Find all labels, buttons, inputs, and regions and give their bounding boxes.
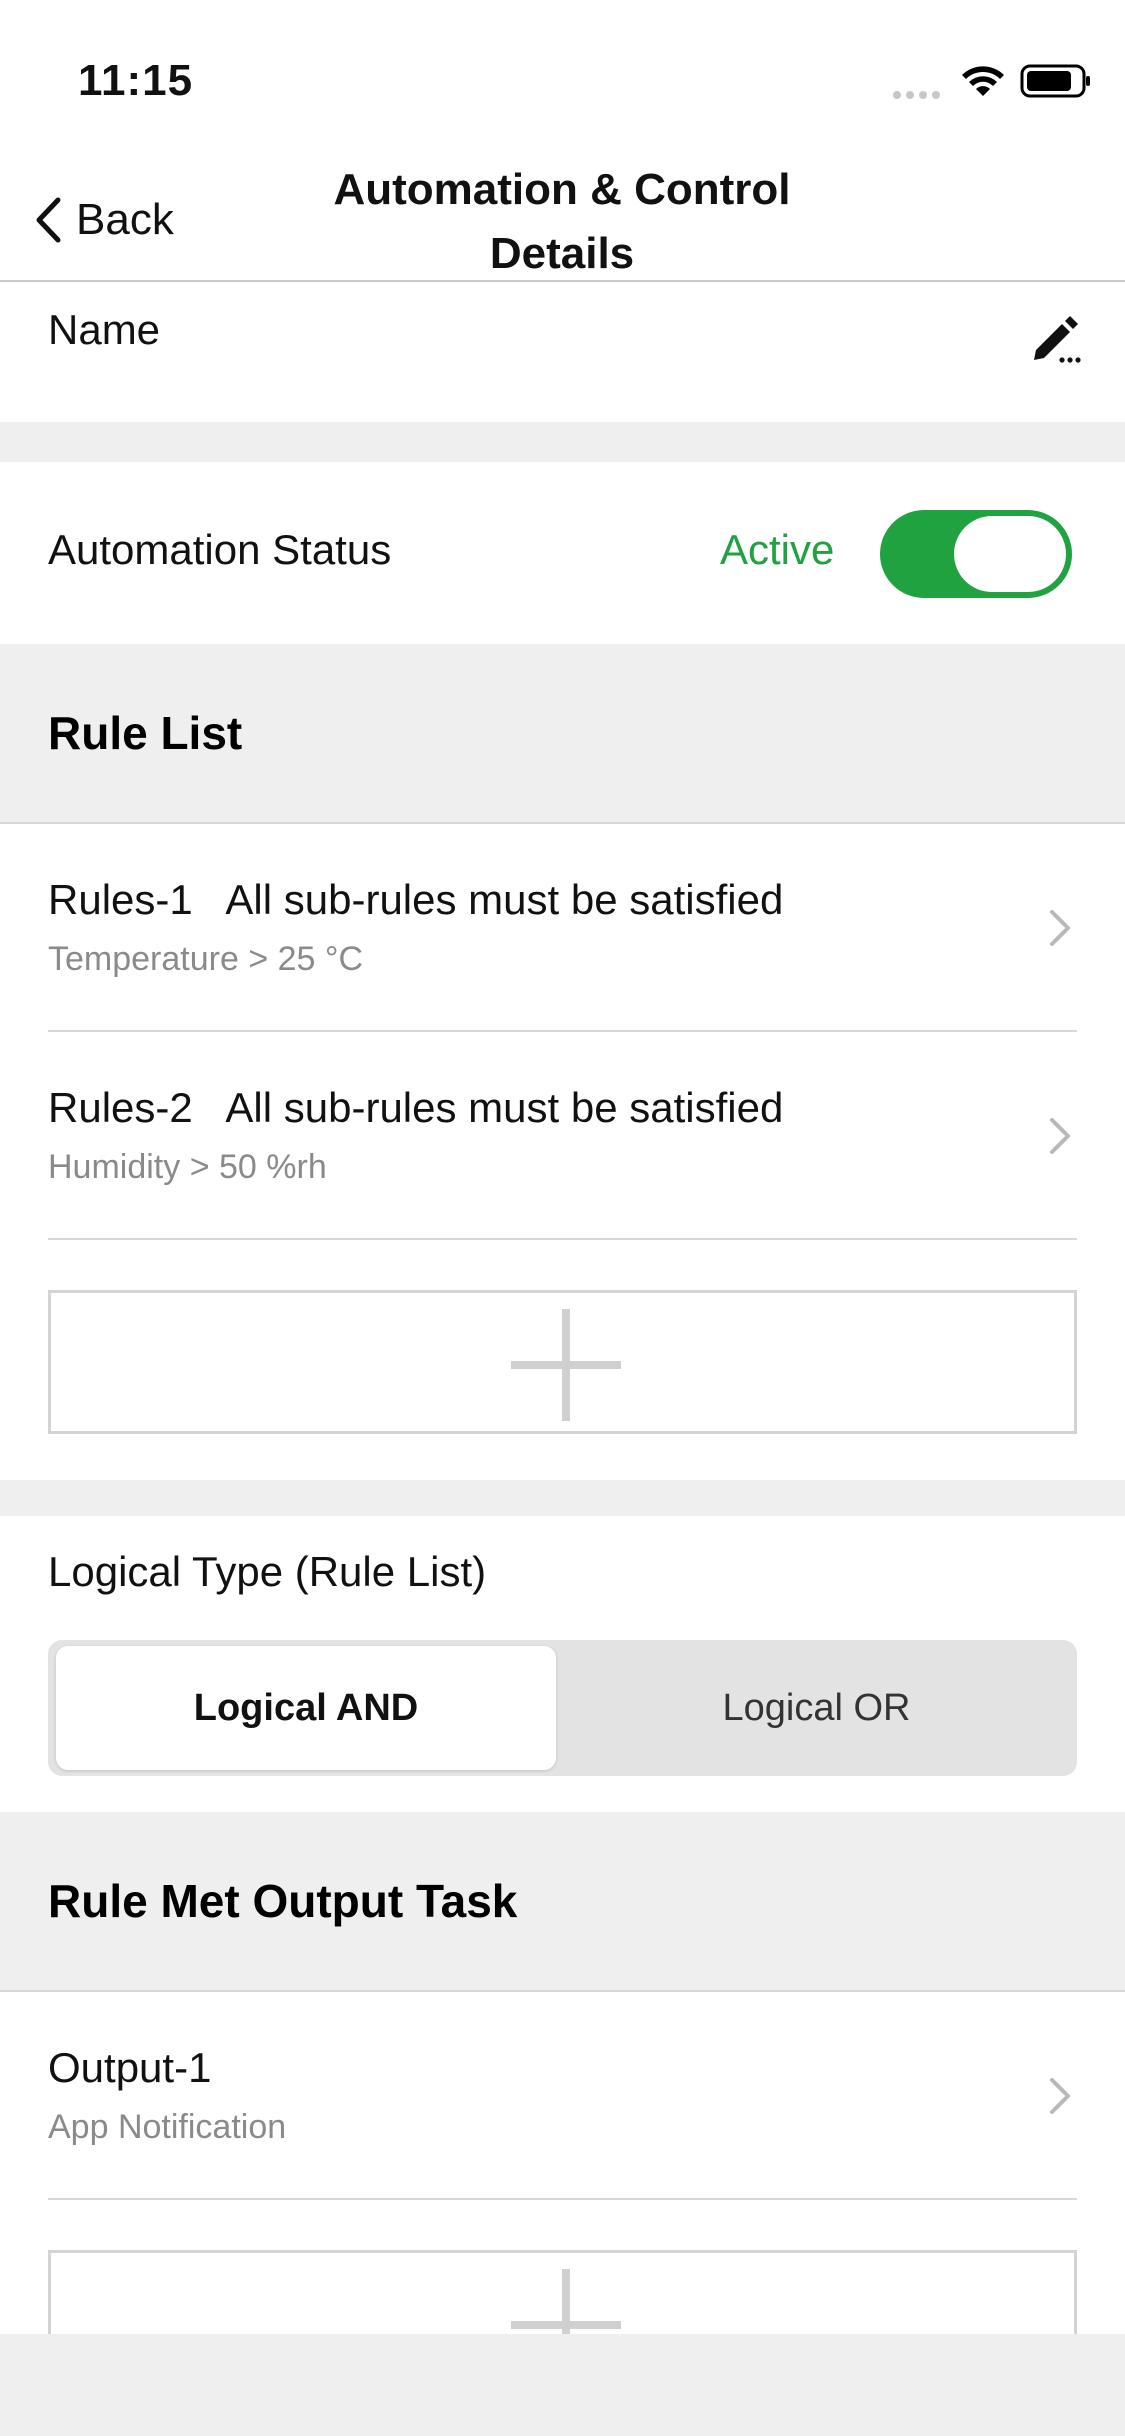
chevron-right-icon [1050, 1118, 1070, 1154]
logical-type-segmented-control: Logical AND Logical OR [48, 1640, 1077, 1776]
rule-list-title: Rule List [48, 707, 243, 759]
output-subtitle: App Notification [48, 2108, 287, 2146]
automation-status-value: Active [720, 526, 835, 573]
rule-row-1[interactable]: Rules-1 All sub-rules must be satisfied … [0, 826, 1125, 1030]
battery-icon [1020, 64, 1090, 98]
logical-or-option[interactable]: Logical OR [556, 1646, 1077, 1770]
rule-subtitle: Humidity > 50 %rh [48, 1148, 327, 1186]
automation-status-label: Automation Status [48, 526, 392, 573]
wifi-icon [962, 66, 1004, 96]
edit-pencil-icon[interactable] [1030, 310, 1082, 364]
status-bar: 11:15 [0, 0, 1125, 150]
divider [0, 1990, 1125, 1992]
divider [48, 2198, 1077, 2200]
back-label: Back [76, 195, 174, 244]
bottom-bar [0, 2334, 1125, 2436]
rule-row-2[interactable]: Rules-2 All sub-rules must be satisfied … [0, 1034, 1125, 1238]
add-rule-button[interactable] [48, 1290, 1077, 1434]
section-spacer [0, 1480, 1125, 1516]
output-task-title: Rule Met Output Task [48, 1875, 518, 1927]
divider [48, 1238, 1077, 1240]
navigation-bar: Back Automation & Control Details [0, 150, 1125, 282]
chevron-right-icon [1050, 2078, 1070, 2114]
divider [48, 1030, 1077, 1032]
cellular-signal-icon [893, 86, 945, 104]
back-button[interactable]: Back [34, 190, 174, 250]
chevron-right-icon [1050, 910, 1070, 946]
output-title: Output-1 [48, 2044, 212, 2091]
name-label: Name [48, 306, 161, 353]
rule-subtitle: Temperature > 25 °C [48, 940, 364, 978]
rule-title: Rules-1 All sub-rules must be satisfied [48, 876, 784, 923]
chevron-left-icon [36, 197, 61, 243]
rule-title: Rules-2 All sub-rules must be satisfied [48, 1084, 784, 1131]
automation-status-toggle[interactable] [880, 510, 1072, 598]
section-spacer [0, 422, 1125, 462]
output-row-1[interactable]: Output-1 App Notification [0, 1994, 1125, 2198]
status-time: 11:15 [78, 56, 194, 105]
page-title: Automation & Control Details [333, 165, 791, 278]
logical-and-option[interactable]: Logical AND [56, 1646, 556, 1770]
logical-type-label: Logical Type (Rule List) [48, 1548, 487, 1595]
output-task-header: Rule Met Output Task [0, 1812, 1125, 1992]
divider [0, 822, 1125, 824]
toggle-knob [954, 516, 1066, 592]
rule-list-header: Rule List [0, 644, 1125, 824]
